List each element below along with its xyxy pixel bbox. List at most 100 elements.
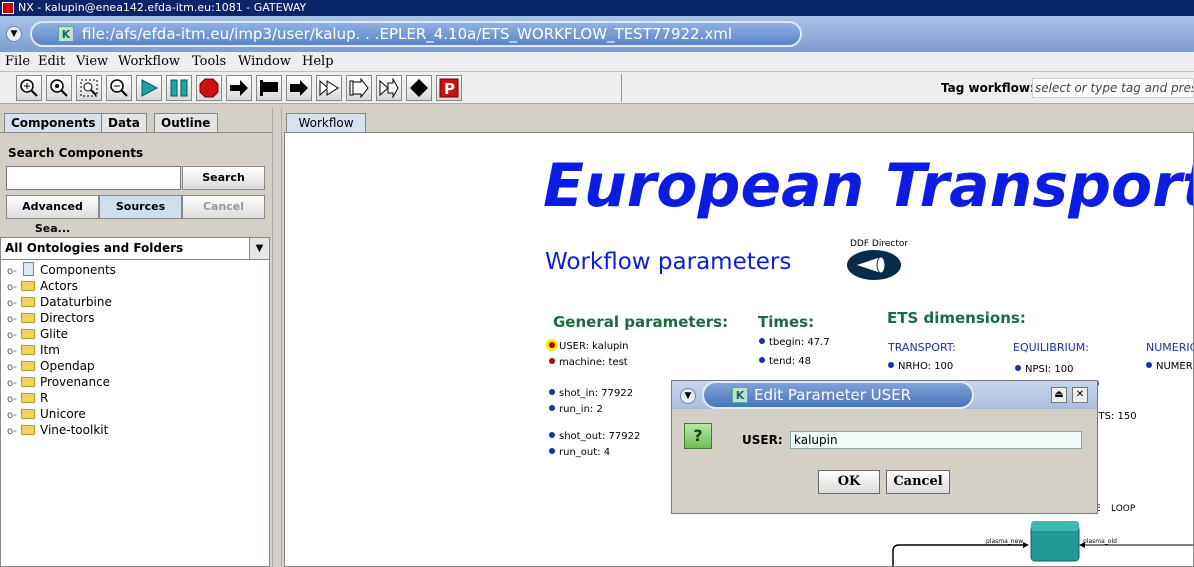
param-marker — [549, 358, 555, 364]
p-icon[interactable]: P — [436, 75, 462, 101]
param-shot-in[interactable]: shot_in: 77922 — [549, 388, 633, 399]
zoom-out-icon[interactable] — [106, 75, 132, 101]
menu-tools[interactable]: Tools — [192, 54, 226, 69]
param-marker — [549, 448, 555, 454]
ontology-select-value: All Ontologies and Folders — [5, 241, 184, 255]
stop-icon[interactable] — [196, 75, 222, 101]
param-marker — [549, 342, 555, 348]
param-npsi[interactable]: NPSI: 100 — [1015, 364, 1073, 375]
diamond-icon[interactable] — [406, 75, 432, 101]
param-machine[interactable]: machine: test — [549, 357, 628, 368]
tree-item-actors[interactable]: o- Actors — [7, 278, 78, 294]
menu-window[interactable]: Window — [238, 54, 291, 69]
svg-text:P: P — [444, 80, 455, 98]
user-field-label: USER: — [742, 433, 783, 447]
equilibrium-heading: EQUILIBRIUM: — [1013, 341, 1089, 354]
param-user[interactable]: USER: kalupin — [549, 341, 629, 352]
dialog-title-bar: ▼ K Edit Parameter USER ⏏ ✕ — [672, 381, 1097, 409]
zoom-in-icon[interactable] — [16, 75, 42, 101]
canvas-title: European Transport — [543, 151, 1194, 221]
dialog-menu-icon[interactable]: ▼ — [680, 388, 696, 404]
tree-item-components[interactable]: o- Components — [7, 262, 116, 278]
param-run-out[interactable]: run_out: 4 — [549, 447, 610, 458]
folder-icon — [21, 281, 35, 291]
tab-components[interactable]: Components — [4, 113, 103, 133]
tree-item-dataturbine[interactable]: o- Dataturbine — [7, 294, 112, 310]
user-field-input[interactable]: kalupin — [790, 431, 1082, 449]
folder-icon — [21, 377, 35, 387]
param-shot-out[interactable]: shot_out: 77922 — [549, 431, 640, 442]
param-marker — [549, 389, 555, 395]
flag-icon[interactable] — [256, 75, 282, 101]
param-run-in[interactable]: run_in: 2 — [549, 404, 603, 415]
folder-icon — [21, 393, 35, 403]
component-tree: o- Components o- Actors o- Dataturbine o- Di… — [0, 260, 270, 567]
zoom-fit-icon[interactable] — [76, 75, 102, 101]
cancel-search-button[interactable]: Cancel — [182, 195, 265, 219]
expand-icon[interactable]: o- — [7, 424, 21, 440]
search-components-title: Search Components — [8, 146, 144, 160]
menu-workflow[interactable]: Workflow — [118, 54, 180, 69]
tab-outline[interactable]: Outline — [154, 113, 218, 133]
folder-icon — [21, 425, 35, 435]
loop-actor-diagram[interactable]: plasma_new plasma_old — [885, 519, 1194, 567]
director-label: DDF Director — [850, 239, 909, 249]
param-numeric[interactable]: NUMERIC — [1146, 361, 1193, 372]
window-menu-icon[interactable]: ▼ — [6, 26, 22, 42]
tree-item-itm[interactable]: o- Itm — [7, 342, 60, 358]
menu-view[interactable]: View — [76, 54, 108, 69]
tag-workflow-input[interactable]: select or type tag and press — [1032, 78, 1194, 98]
arrow-icon-2[interactable] — [286, 75, 312, 101]
param-marker — [549, 432, 555, 438]
panel-splitter[interactable] — [272, 108, 282, 567]
tree-item-provenance[interactable]: o- Provenance — [7, 374, 110, 390]
edit-parameter-dialog: ▼ K Edit Parameter USER ⏏ ✕ ? USER: kalu… — [671, 380, 1098, 514]
param-marker — [888, 362, 894, 368]
folder-icon — [21, 409, 35, 419]
tree-item-vine-toolkit[interactable]: o- Vine-toolkit — [7, 422, 108, 438]
param-tbegin[interactable]: tbegin: 47.7 — [759, 337, 830, 348]
toolbar: P Tag workflow: select or type tag and p… — [0, 72, 1194, 104]
run-icon[interactable] — [136, 75, 162, 101]
arrow-right-icon[interactable] — [226, 75, 252, 101]
zoom-reset-icon[interactable] — [46, 75, 72, 101]
tree-item-r[interactable]: o- R — [7, 390, 48, 406]
window-title-bar: ▼ K file:/afs/efda-itm.eu/imp3/user/kalu… — [0, 16, 1194, 52]
folder-icon — [21, 297, 35, 307]
tree-item-opendap[interactable]: o- Opendap — [7, 358, 95, 374]
param-tend[interactable]: tend: 48 — [759, 356, 811, 367]
tree-item-directors[interactable]: o- Directors — [7, 310, 94, 326]
window-title-pill: K file:/afs/efda-itm.eu/imp3/user/kalup.… — [30, 21, 802, 47]
times-heading: Times: — [758, 313, 815, 331]
param-nrho[interactable]: NRHO: 100 — [888, 361, 953, 372]
tab-workflow[interactable]: Workflow — [286, 113, 366, 133]
param-marker — [549, 405, 555, 411]
ddf-director-icon[interactable] — [845, 249, 905, 283]
kepler-icon: K — [58, 26, 74, 42]
tree-item-unicore[interactable]: o- Unicore — [7, 406, 86, 422]
tab-data[interactable]: Data — [101, 113, 147, 133]
canvas-subtitle: Workflow parameters — [545, 249, 792, 275]
transport-heading: TRANSPORT: — [888, 341, 957, 354]
menu-edit[interactable]: Edit — [38, 54, 65, 69]
pause-icon[interactable] — [166, 75, 192, 101]
chevron-down-icon[interactable]: ▼ — [249, 238, 269, 259]
search-input[interactable] — [6, 166, 181, 190]
cancel-button[interactable]: Cancel — [886, 470, 950, 494]
ontology-select[interactable]: All Ontologies and Folders ▼ — [0, 237, 270, 260]
maximize-icon[interactable]: ⏏ — [1051, 387, 1067, 403]
hollow-arrow-icon-3[interactable] — [376, 75, 402, 101]
close-icon[interactable]: ✕ — [1072, 387, 1088, 403]
hollow-arrow-icon[interactable] — [316, 75, 342, 101]
sources-button[interactable]: Sources — [99, 195, 182, 219]
menu-file[interactable]: File — [5, 54, 30, 69]
menu-help[interactable]: Help — [302, 54, 334, 69]
param-marker — [759, 338, 765, 344]
tree-item-glite[interactable]: o- Glite — [7, 326, 68, 342]
advanced-search-button[interactable]: Advanced Sea... — [6, 195, 99, 235]
hollow-arrow-icon-2[interactable] — [346, 75, 372, 101]
search-button[interactable]: Search — [182, 166, 265, 190]
ok-button[interactable]: OK — [818, 470, 880, 494]
plasma-old-port: plasma_old — [1083, 538, 1117, 545]
document-icon — [23, 262, 34, 276]
